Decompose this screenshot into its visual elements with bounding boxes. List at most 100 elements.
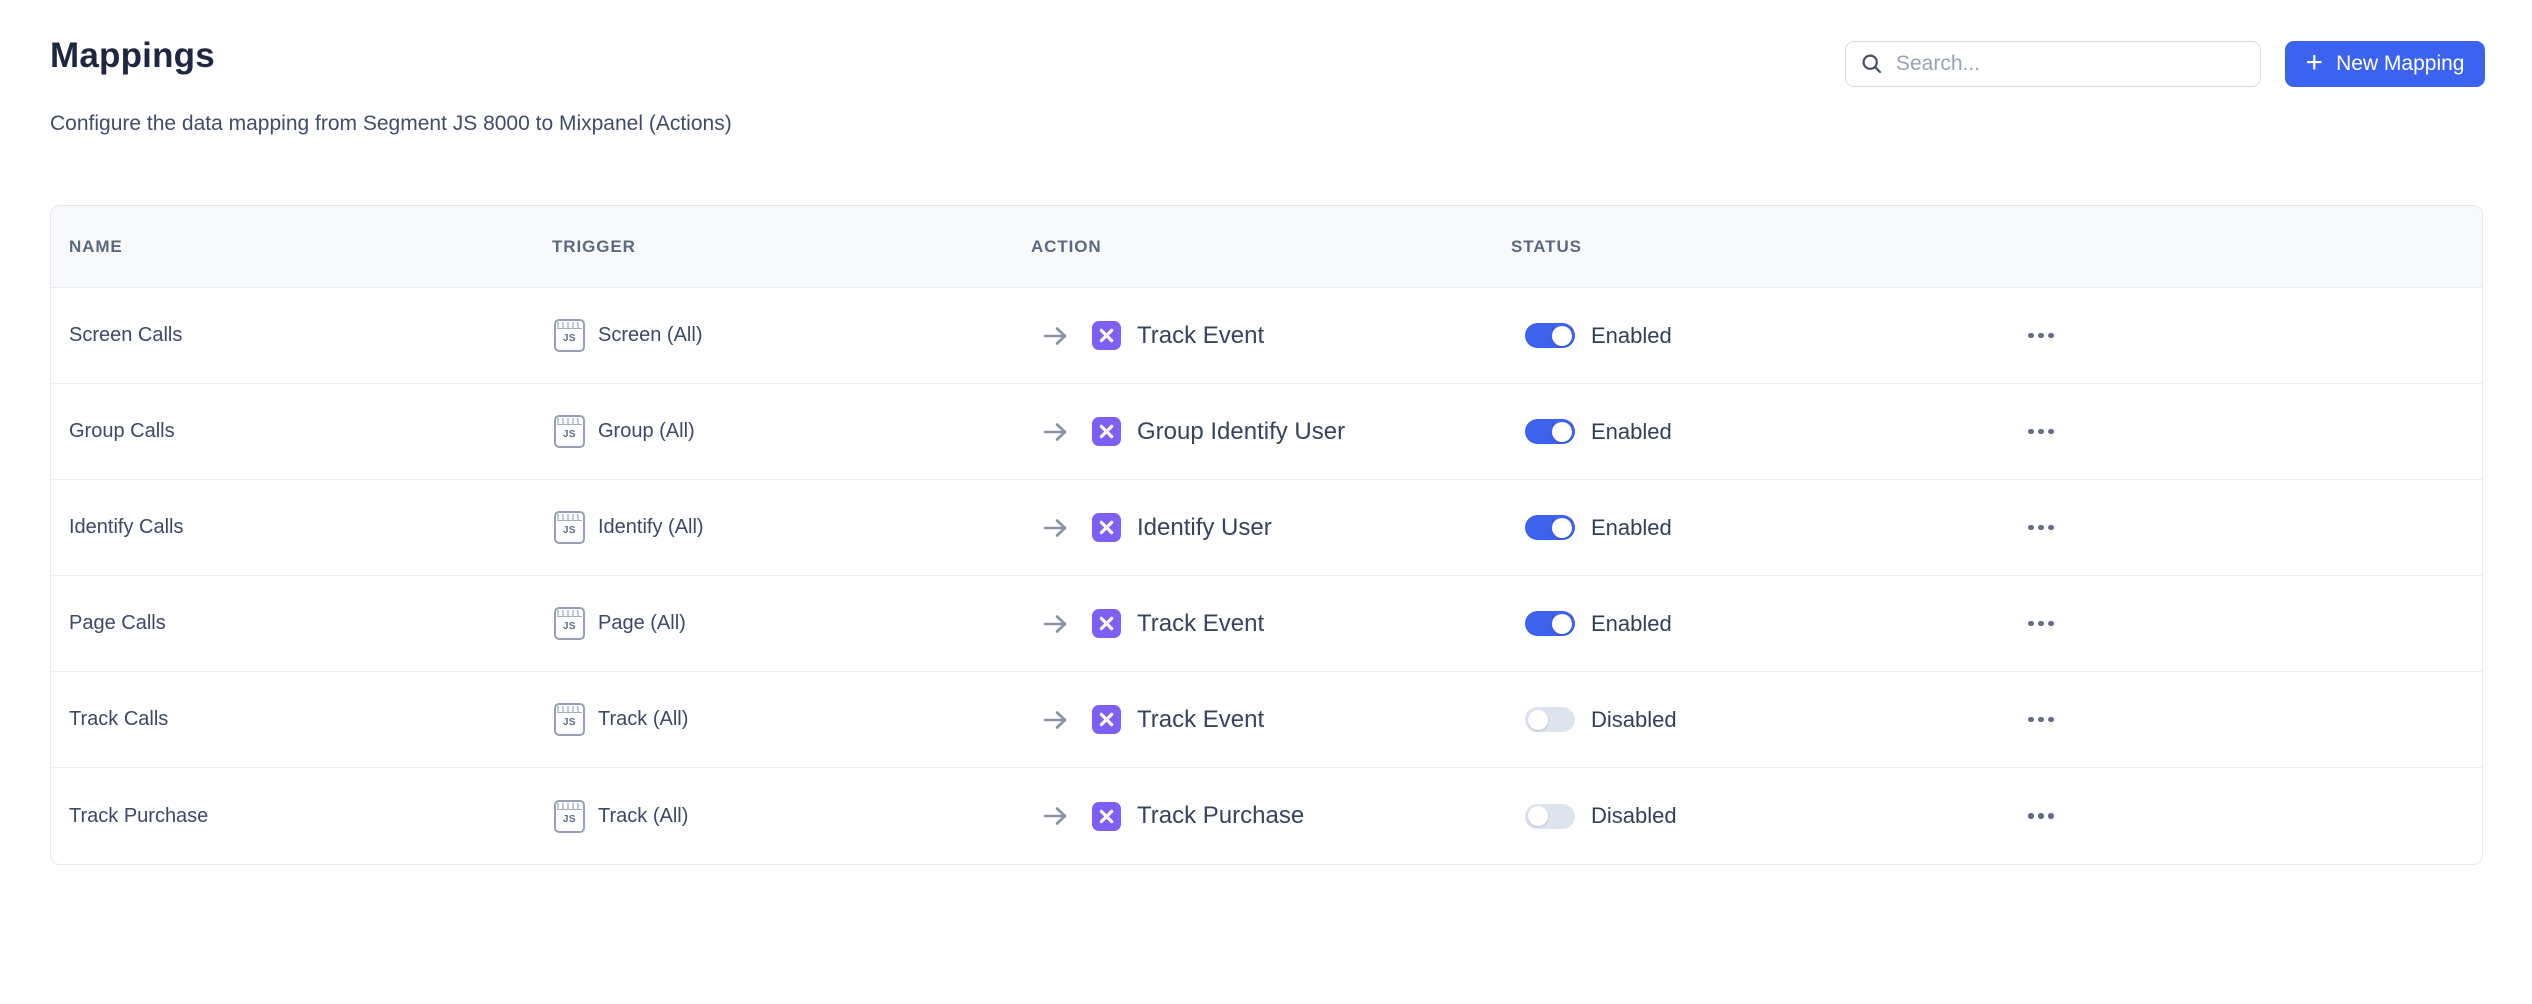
mapping-action-cell: Track Event [1031,609,1511,638]
ellipsis-dot [2028,429,2034,435]
mapping-action-cell: Identify User [1031,513,1511,542]
mapping-name: Screen Calls [51,324,552,347]
window-bar [557,322,582,329]
row-menu-button[interactable] [2026,615,2482,633]
row-menu-button[interactable] [2026,423,2482,441]
mapping-name: Group Calls [51,420,552,443]
status-label: Disabled [1591,803,1677,829]
ellipsis-dot [2048,813,2054,819]
mapping-trigger-cell: JS Track (All) [552,800,1031,833]
ellipsis-dot [2048,333,2054,339]
mapping-status-cell: Enabled [1511,611,1987,637]
mixpanel-icon [1092,802,1121,831]
search-input[interactable] [1896,52,2260,76]
status-toggle[interactable] [1525,323,1575,348]
table-header-row: NAME TRIGGER ACTION STATUS [51,206,2482,288]
table-row: Group Calls JS Group (All) Group Identif… [51,384,2482,480]
search-icon [1861,53,1883,75]
mapping-name: Page Calls [51,612,552,635]
status-label: Enabled [1591,611,1672,637]
mapping-status-cell: Enabled [1511,419,1987,445]
row-menu-cell [1987,327,2482,345]
ellipsis-dot [2038,525,2044,531]
ellipsis-dot [2038,621,2044,627]
mapping-name: Identify Calls [51,516,552,539]
mapping-action-label: Track Event [1137,322,1264,350]
segment-js-source-icon: JS [554,703,585,736]
row-menu-cell [1987,807,2482,825]
toggle-knob [1552,326,1572,346]
column-header-status: STATUS [1511,237,1987,257]
js-icon-label: JS [556,429,583,440]
plus-icon: + [2306,48,2324,78]
status-toggle[interactable] [1525,611,1575,636]
mappings-table: NAME TRIGGER ACTION STATUS Screen Calls … [50,205,2483,865]
mapping-trigger-cell: JS Identify (All) [552,511,1031,544]
mapping-trigger-label: Identify (All) [598,516,704,539]
js-icon-label: JS [556,333,583,344]
row-menu-button[interactable] [2026,327,2482,345]
ellipsis-dot [2048,429,2054,435]
row-menu-cell [1987,423,2482,441]
arrow-right-icon [1042,324,1070,348]
mapping-action-cell: Track Purchase [1031,802,1511,831]
arrow-right-icon [1042,708,1070,732]
row-menu-button[interactable] [2026,519,2482,537]
mapping-name: Track Purchase [51,805,552,828]
ellipsis-dot [2038,813,2044,819]
status-toggle[interactable] [1525,804,1575,829]
window-bar [557,610,582,617]
toggle-knob [1552,614,1572,634]
ellipsis-dot [2038,429,2044,435]
mapping-status-cell: Disabled [1511,707,1987,733]
ellipsis-dot [2028,525,2034,531]
row-menu-button[interactable] [2026,807,2482,825]
mixpanel-icon [1092,609,1121,638]
window-bar [557,514,582,521]
table-row: Identify Calls JS Identify (All) Identif… [51,480,2482,576]
mixpanel-icon [1092,513,1121,542]
segment-js-source-icon: JS [554,319,585,352]
status-label: Disabled [1591,707,1677,733]
page-title: Mappings [50,36,215,76]
mixpanel-icon [1092,321,1121,350]
mapping-trigger-cell: JS Track (All) [552,703,1031,736]
mapping-trigger-label: Track (All) [598,708,688,731]
segment-js-source-icon: JS [554,511,585,544]
mapping-status-cell: Enabled [1511,323,1987,349]
segment-js-source-icon: JS [554,800,585,833]
mapping-trigger-label: Screen (All) [598,324,702,347]
column-header-trigger: TRIGGER [552,237,1031,257]
mapping-trigger-label: Group (All) [598,420,695,443]
window-bar [557,706,582,713]
toggle-knob [1552,518,1572,538]
mapping-trigger-cell: JS Screen (All) [552,319,1031,352]
row-menu-cell [1987,615,2482,633]
mapping-status-cell: Enabled [1511,515,1987,541]
new-mapping-button[interactable]: + New Mapping [2285,41,2485,87]
ellipsis-dot [2048,621,2054,627]
table-row: Track Calls JS Track (All) Track Event [51,672,2482,768]
ellipsis-dot [2038,333,2044,339]
mapping-trigger-cell: JS Page (All) [552,607,1031,640]
mixpanel-icon [1092,705,1121,734]
window-bar [557,418,582,425]
ellipsis-dot [2038,717,2044,723]
row-menu-cell [1987,519,2482,537]
status-toggle[interactable] [1525,419,1575,444]
column-header-name: NAME [51,237,552,257]
js-icon-label: JS [556,621,583,632]
table-row: Screen Calls JS Screen (All) Track Event [51,288,2482,384]
mapping-action-cell: Track Event [1031,321,1511,350]
search-box[interactable] [1845,41,2261,87]
row-menu-button[interactable] [2026,711,2482,729]
status-toggle[interactable] [1525,707,1575,732]
mapping-name: Track Calls [51,708,552,731]
toggle-knob [1552,422,1572,442]
column-header-action: ACTION [1031,237,1511,257]
mapping-action-cell: Track Event [1031,705,1511,734]
mapping-action-label: Group Identify User [1137,418,1345,446]
ellipsis-dot [2028,813,2034,819]
status-label: Enabled [1591,323,1672,349]
status-toggle[interactable] [1525,515,1575,540]
